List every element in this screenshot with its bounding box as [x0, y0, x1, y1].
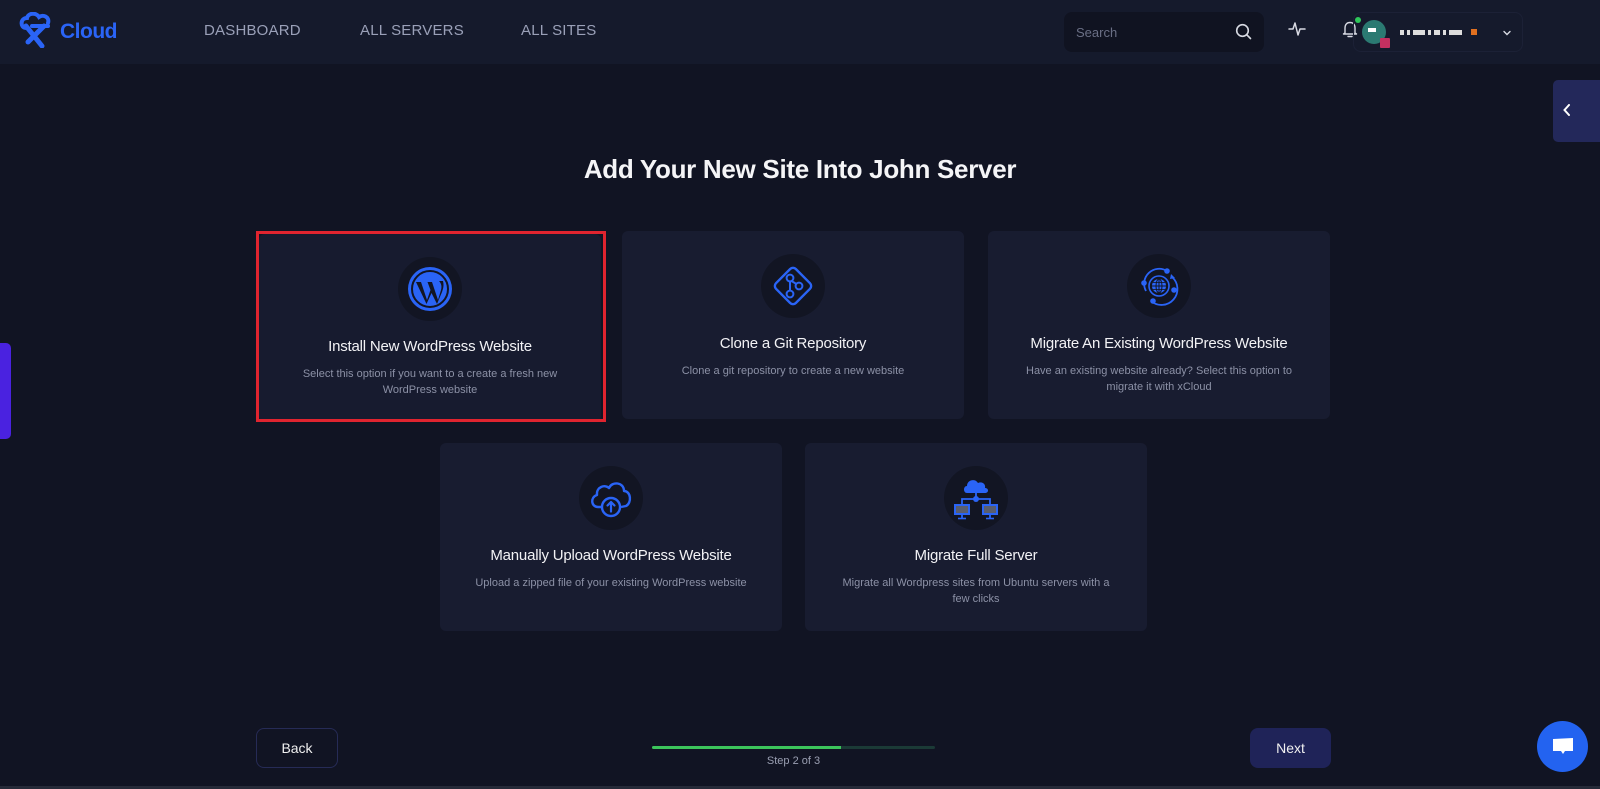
option-clone-git-repository[interactable]: Clone a Git Repository Clone a git repos…: [622, 231, 964, 419]
chevron-down-icon: [1502, 25, 1512, 43]
search-icon[interactable]: [1235, 23, 1252, 45]
option-title: Migrate Full Server: [914, 547, 1038, 564]
chat-support-button[interactable]: [1537, 721, 1588, 772]
user-menu[interactable]: [1353, 12, 1523, 52]
nav-dashboard[interactable]: DASHBOARD: [204, 22, 301, 39]
nav-all-sites[interactable]: ALL SITES: [521, 22, 596, 39]
option-description: Have an existing website already? Select…: [1026, 365, 1292, 393]
xcloud-logo-icon: [19, 12, 51, 48]
step-label: Step 2 of 3: [766, 755, 821, 767]
cloud-upload-icon: [591, 482, 632, 518]
option-title: Manually Upload WordPress Website: [490, 547, 732, 564]
chat-icon: [1552, 737, 1573, 754]
nav-all-servers[interactable]: ALL SERVERS: [360, 22, 464, 39]
step-progress-bar: [652, 746, 935, 749]
option-migrate-existing-wordpress[interactable]: Migrate An Existing WordPress Website Ha…: [988, 231, 1330, 419]
chevron-left-icon: [1563, 104, 1570, 116]
back-button[interactable]: Back: [256, 728, 338, 768]
globe-migrate-icon: [1141, 267, 1179, 306]
avatar: [1362, 20, 1390, 48]
feedback-side-tab[interactable]: [0, 343, 11, 439]
option-title: Clone a Git Repository: [719, 335, 867, 352]
activity-icon[interactable]: [1288, 20, 1306, 43]
icon-circle: [944, 466, 1008, 530]
search-input[interactable]: [1076, 24, 1226, 40]
icon-circle: [398, 257, 462, 321]
xcloud-logo[interactable]: Cloud: [18, 12, 117, 48]
collapse-panel-toggle[interactable]: [1553, 80, 1600, 142]
user-name-redacted: [1400, 29, 1477, 35]
git-branch-icon: [773, 266, 813, 306]
wordpress-icon: [408, 267, 452, 311]
option-title: Install New WordPress Website: [328, 338, 532, 355]
cloud-network-icon: [954, 480, 998, 520]
option-install-new-wordpress[interactable]: Install New WordPress Website Select thi…: [259, 234, 601, 422]
option-description: Select this option if you want to a crea…: [302, 368, 558, 396]
page-title: Add Your New Site Into John Server: [583, 154, 1017, 184]
icon-circle: [761, 254, 825, 318]
step-progress-fill: [652, 746, 841, 749]
logo-text: Cloud: [60, 20, 117, 43]
option-description: Migrate all Wordpress sites from Ubuntu …: [842, 577, 1110, 605]
option-migrate-full-server[interactable]: Migrate Full Server Migrate all Wordpres…: [805, 443, 1147, 631]
option-description: Clone a git repository to create a new w…: [681, 365, 905, 377]
search-box: [1064, 12, 1264, 52]
top-navbar: Cloud DASHBOARD ALL SERVERS ALL SITES: [0, 0, 1600, 64]
icon-circle: [1127, 254, 1191, 318]
option-manual-upload-wordpress[interactable]: Manually Upload WordPress Website Upload…: [440, 443, 782, 631]
next-button[interactable]: Next: [1250, 728, 1331, 768]
option-title: Migrate An Existing WordPress Website: [1030, 335, 1288, 352]
option-description: Upload a zipped file of your existing Wo…: [475, 577, 747, 589]
icon-circle: [579, 466, 643, 530]
